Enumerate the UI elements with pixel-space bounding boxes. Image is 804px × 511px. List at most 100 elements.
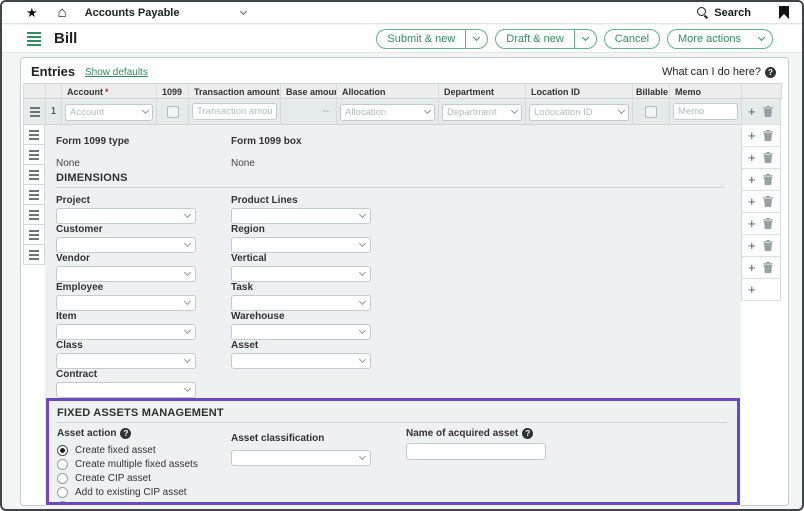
dimension-field-task: Task	[231, 282, 406, 311]
acquired-asset-name-input[interactable]	[406, 443, 546, 460]
draft-and-new-button[interactable]: Draft & new	[495, 28, 597, 49]
billable-checkbox[interactable]	[645, 105, 657, 118]
location-id-cell	[526, 99, 633, 124]
delete-row-button[interactable]	[762, 106, 773, 117]
more-actions-dropdown[interactable]	[751, 33, 772, 42]
what-can-i-do-here-link[interactable]: What can I do here? ?	[662, 66, 776, 78]
add-row-button[interactable]: +	[748, 105, 756, 118]
item-select[interactable]	[56, 324, 196, 340]
section-divider	[56, 187, 725, 188]
add-row-button[interactable]: +	[748, 151, 756, 164]
add-row-button[interactable]: +	[748, 261, 756, 274]
row-drag-cell	[24, 99, 46, 124]
delete-row-button[interactable]	[762, 218, 773, 229]
1099-cell	[157, 99, 189, 124]
transaction-amount-input[interactable]	[192, 103, 277, 120]
app-window: ★ ⌂ Accounts Payable Search Bill Submit …	[0, 0, 804, 511]
cancel-button[interactable]: Cancel	[603, 28, 661, 49]
project-select[interactable]	[56, 208, 196, 224]
warehouse-select[interactable]	[231, 324, 371, 340]
drag-handle[interactable]	[23, 145, 45, 165]
add-row-button[interactable]: +	[748, 239, 756, 252]
submit-and-new-dropdown[interactable]	[466, 33, 487, 42]
asset-select[interactable]	[231, 353, 371, 369]
delete-row-button[interactable]	[762, 240, 773, 251]
vendor-select[interactable]	[56, 266, 196, 282]
row-actions: +	[742, 125, 780, 147]
entries-panel: Entries Show defaults What can I do here…	[20, 57, 789, 506]
page-title: Bill	[54, 30, 78, 47]
chevron-down-icon	[183, 384, 192, 393]
add-row-button[interactable]: +	[748, 195, 756, 208]
account-input[interactable]	[65, 104, 153, 121]
delete-row-button[interactable]	[762, 262, 773, 273]
dimension-field-employee: Employee	[56, 282, 231, 311]
delete-row-button[interactable]	[762, 152, 773, 163]
draft-and-new-label: Draft & new	[506, 32, 564, 45]
section-divider	[57, 422, 727, 423]
drag-handle[interactable]	[23, 245, 45, 265]
help-icon[interactable]: ?	[120, 428, 132, 439]
vertical-select[interactable]	[231, 266, 371, 282]
favorites-star-icon[interactable]: ★	[26, 6, 38, 19]
list-menu-icon[interactable]	[27, 31, 41, 46]
contract-select[interactable]	[56, 382, 196, 398]
module-menu[interactable]: Accounts Payable	[85, 7, 248, 19]
region-select[interactable]	[231, 237, 371, 253]
class-select[interactable]	[56, 353, 196, 369]
task-select[interactable]	[231, 295, 371, 311]
add-row-button[interactable]: +	[748, 173, 756, 186]
delete-row-button[interactable]	[762, 174, 773, 185]
drag-handle[interactable]	[23, 165, 45, 185]
search-button[interactable]: Search	[697, 6, 751, 19]
radio-button[interactable]	[57, 473, 68, 484]
radio-option-create-fixed-asset[interactable]: Create fixed asset	[57, 445, 198, 456]
customer-select[interactable]	[56, 237, 196, 253]
drag-handle[interactable]	[23, 185, 45, 205]
radio-option-add-to-existing-cip-asset[interactable]: Add to existing CIP asset	[57, 487, 198, 498]
memo-input[interactable]	[673, 103, 738, 120]
delete-row-button[interactable]	[762, 130, 773, 141]
asset-action-group: Asset action ? Create fixed asset Create…	[57, 428, 198, 502]
add-row-button[interactable]: +	[748, 217, 756, 230]
more-actions-button[interactable]: More actions	[667, 28, 773, 49]
column-header-allocation: Allocation	[337, 84, 439, 98]
allocation-input[interactable]	[340, 104, 435, 121]
drag-handle-icon	[29, 169, 39, 180]
radio-button[interactable]	[57, 501, 68, 502]
chevron-down-icon	[358, 297, 367, 306]
add-row-button[interactable]: +	[748, 129, 756, 142]
column-header-location-id: Location ID	[526, 84, 633, 98]
delete-row-button[interactable]	[762, 196, 773, 207]
location-id-input[interactable]	[529, 104, 629, 121]
help-icon: ?	[765, 66, 776, 78]
entries-table-header: Account* 1099 Transaction amount* Base a…	[23, 83, 782, 99]
show-defaults-link[interactable]: Show defaults	[85, 67, 148, 78]
draft-and-new-dropdown[interactable]	[575, 33, 596, 42]
department-input[interactable]	[442, 104, 522, 121]
employee-select[interactable]	[56, 295, 196, 311]
drag-handle[interactable]	[23, 125, 45, 145]
base-amount-value: --	[322, 106, 329, 117]
home-icon[interactable]: ⌂	[58, 5, 67, 20]
radio-option-create-multiple-fixed-assets[interactable]: Create multiple fixed assets	[57, 459, 198, 470]
submit-and-new-button[interactable]: Submit & new	[376, 28, 489, 49]
drag-handle[interactable]	[23, 205, 45, 225]
asset-classification-select[interactable]	[231, 450, 371, 466]
add-row-button[interactable]: +	[748, 283, 756, 296]
form-1099-type-label: Form 1099 type	[56, 136, 130, 147]
radio-button[interactable]	[57, 487, 68, 498]
1099-checkbox[interactable]	[166, 105, 179, 118]
radio-button[interactable]	[57, 459, 68, 470]
drag-handle[interactable]	[27, 103, 43, 121]
radio-option-do-not-create-asset[interactable]: Do not create asset	[57, 501, 198, 502]
transaction-amount-cell	[189, 99, 281, 124]
radio-button[interactable]	[57, 445, 68, 456]
form-1099-box: Form 1099 box None	[231, 131, 302, 169]
chevron-down-icon	[358, 239, 367, 248]
help-icon[interactable]: ?	[522, 428, 534, 439]
drag-handle[interactable]	[23, 225, 45, 245]
product-lines-select[interactable]	[231, 208, 371, 224]
bookmark-icon[interactable]	[779, 6, 789, 19]
radio-option-create-cip-asset[interactable]: Create CIP asset	[57, 473, 198, 484]
